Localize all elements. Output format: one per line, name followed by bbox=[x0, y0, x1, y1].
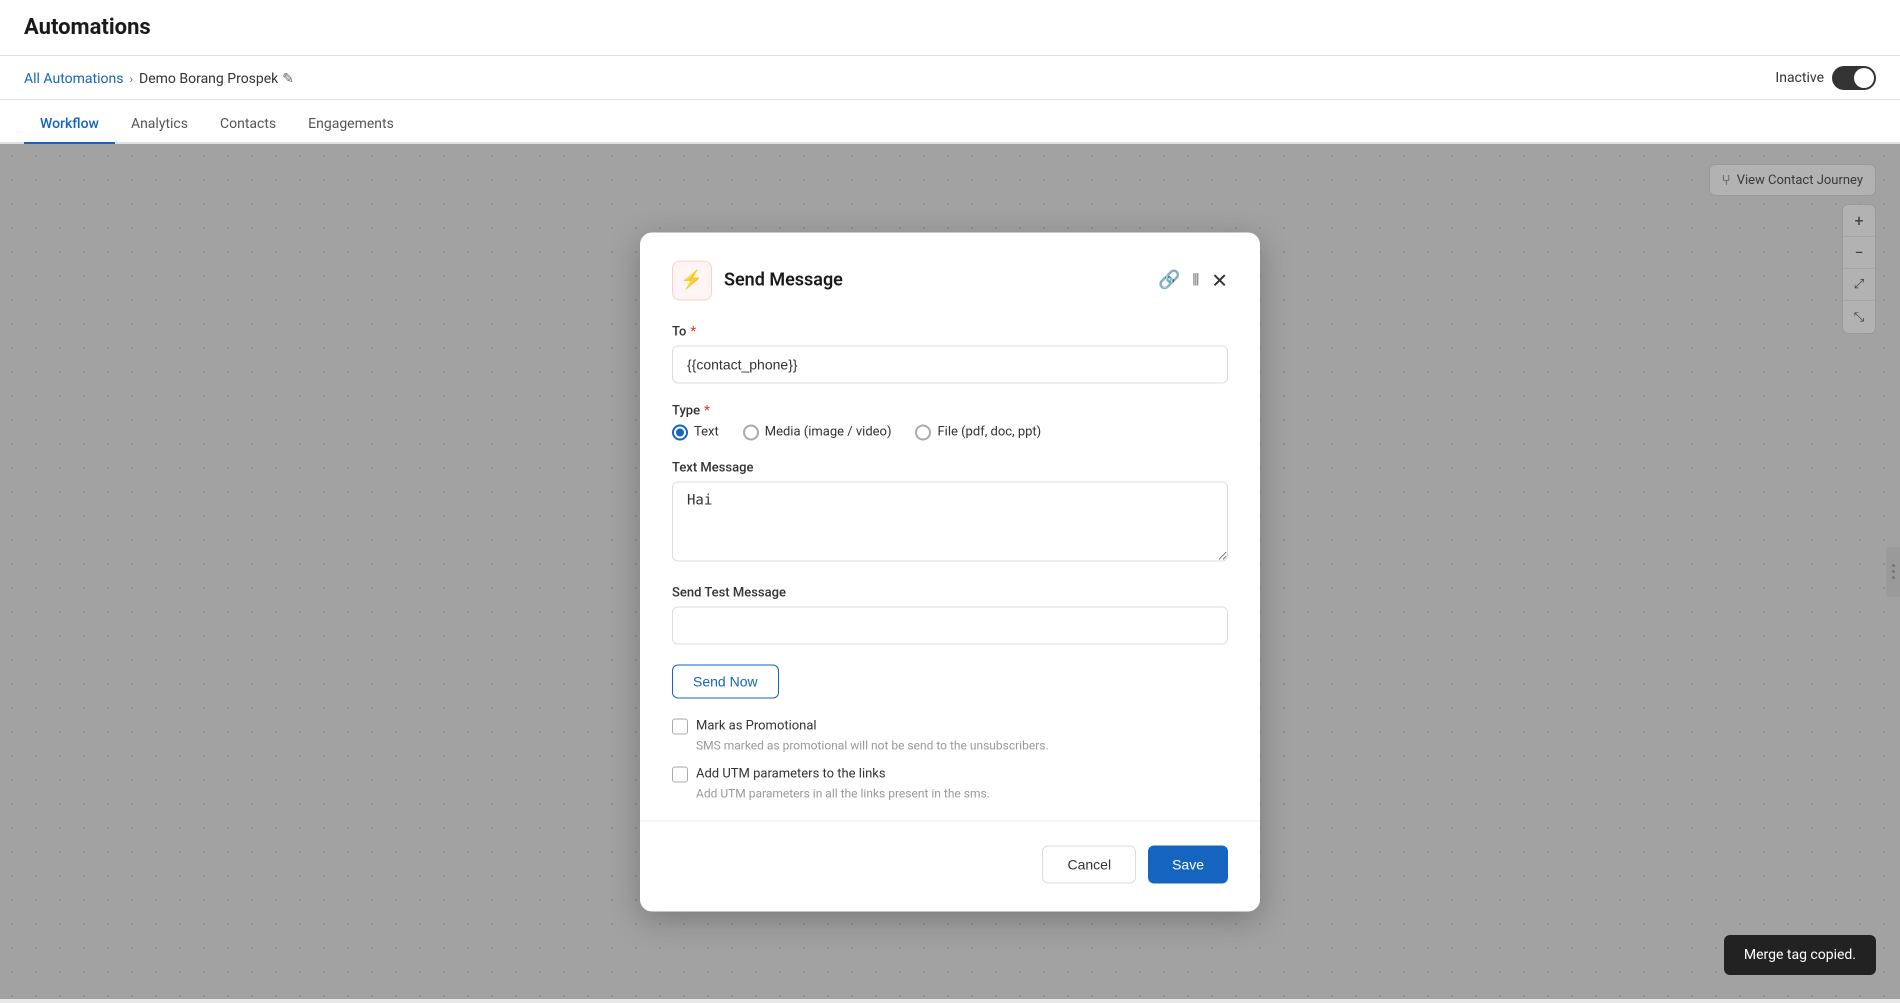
to-input[interactable] bbox=[672, 345, 1228, 383]
text-message-input[interactable]: Hai bbox=[672, 481, 1228, 561]
text-message-label: Text Message bbox=[672, 460, 1228, 475]
toast-notification: Merge tag copied. bbox=[1724, 935, 1876, 975]
promotional-checkbox[interactable] bbox=[672, 718, 688, 734]
send-now-group: Send Now bbox=[672, 664, 1228, 698]
breadcrumb-separator: › bbox=[129, 72, 133, 86]
radio-media-label: Media (image / video) bbox=[765, 425, 892, 440]
utm-label: Add UTM parameters to the links bbox=[696, 767, 886, 782]
to-required: * bbox=[690, 324, 696, 339]
tab-analytics[interactable]: Analytics bbox=[115, 106, 204, 144]
utm-checkbox-row: Add UTM parameters to the links bbox=[672, 766, 1228, 782]
inactive-toggle: Inactive bbox=[1775, 66, 1876, 90]
utm-checkbox-group: Add UTM parameters to the links Add UTM … bbox=[672, 766, 1228, 800]
radio-file-label: File (pdf, doc, ppt) bbox=[937, 425, 1041, 440]
lightning-icon: ⚡ bbox=[681, 270, 703, 291]
cancel-button[interactable]: Cancel bbox=[1042, 845, 1136, 883]
breadcrumb-all-link[interactable]: All Automations bbox=[24, 71, 123, 87]
send-test-group: Send Test Message bbox=[672, 585, 1228, 644]
to-field-group: To * bbox=[672, 324, 1228, 383]
type-radio-group: Text Media (image / video) File (pdf, do… bbox=[672, 424, 1228, 440]
breadcrumb: All Automations › Demo Borang Prospek ✎ bbox=[24, 71, 294, 87]
close-icon[interactable]: ✕ bbox=[1211, 268, 1228, 292]
type-label: Type * bbox=[672, 403, 1228, 418]
modal-icon: ⚡ bbox=[672, 260, 712, 300]
radio-file[interactable]: File (pdf, doc, ppt) bbox=[915, 424, 1041, 440]
promotional-hint: SMS marked as promotional will not be se… bbox=[696, 738, 1228, 752]
toast-message: Merge tag copied. bbox=[1744, 947, 1856, 963]
edit-icon[interactable]: ✎ bbox=[282, 71, 294, 87]
app-title: Automations bbox=[24, 15, 151, 40]
radio-file-circle bbox=[915, 424, 931, 440]
breadcrumb-current-label: Demo Borang Prospek bbox=[139, 71, 278, 87]
link-icon[interactable]: 🔗 bbox=[1158, 270, 1180, 291]
modal-header: ⚡ Send Message 🔗 ⫴ ✕ bbox=[672, 260, 1228, 300]
workflow-canvas: ⑂ View Contact Journey + − ⤢ ⤡ Wabot Plu… bbox=[0, 144, 1900, 999]
inactive-label: Inactive bbox=[1775, 70, 1824, 86]
utm-checkbox[interactable] bbox=[672, 766, 688, 782]
send-now-button[interactable]: Send Now bbox=[672, 664, 779, 698]
type-field-group: Type * Text Media (image / video) File (… bbox=[672, 403, 1228, 440]
tab-bar: Workflow Analytics Contacts Engagements bbox=[0, 100, 1900, 144]
radio-text-label: Text bbox=[694, 425, 719, 440]
save-button[interactable]: Save bbox=[1148, 845, 1228, 883]
promotional-checkbox-group: Mark as Promotional SMS marked as promot… bbox=[672, 718, 1228, 752]
radio-text-circle bbox=[672, 424, 688, 440]
modal-title-group: ⚡ Send Message bbox=[672, 260, 843, 300]
modal-title: Send Message bbox=[724, 270, 843, 291]
radio-media[interactable]: Media (image / video) bbox=[743, 424, 892, 440]
toggle-knob bbox=[1854, 68, 1874, 88]
modal-divider bbox=[640, 820, 1260, 821]
modal-actions: 🔗 ⫴ ✕ bbox=[1158, 268, 1228, 292]
send-message-modal: ⚡ Send Message 🔗 ⫴ ✕ To * Type * bbox=[640, 232, 1260, 911]
utm-hint: Add UTM parameters in all the links pres… bbox=[696, 786, 1228, 800]
toggle-switch[interactable] bbox=[1832, 66, 1876, 90]
send-test-label: Send Test Message bbox=[672, 585, 1228, 600]
chart-icon[interactable]: ⫴ bbox=[1193, 270, 1200, 290]
promotional-checkbox-row: Mark as Promotional bbox=[672, 718, 1228, 734]
tab-contacts[interactable]: Contacts bbox=[204, 106, 292, 144]
radio-text[interactable]: Text bbox=[672, 424, 719, 440]
send-test-input[interactable] bbox=[672, 606, 1228, 644]
to-label: To * bbox=[672, 324, 1228, 339]
tab-engagements[interactable]: Engagements bbox=[292, 106, 410, 144]
radio-media-circle bbox=[743, 424, 759, 440]
breadcrumb-current: Demo Borang Prospek ✎ bbox=[139, 71, 294, 87]
top-bar: Automations bbox=[0, 0, 1900, 56]
tab-workflow[interactable]: Workflow bbox=[24, 106, 115, 144]
nav-bar: All Automations › Demo Borang Prospek ✎ … bbox=[0, 56, 1900, 100]
type-required: * bbox=[704, 403, 710, 418]
text-message-group: Text Message Hai bbox=[672, 460, 1228, 565]
modal-footer: Cancel Save bbox=[672, 841, 1228, 883]
promotional-label: Mark as Promotional bbox=[696, 719, 817, 734]
